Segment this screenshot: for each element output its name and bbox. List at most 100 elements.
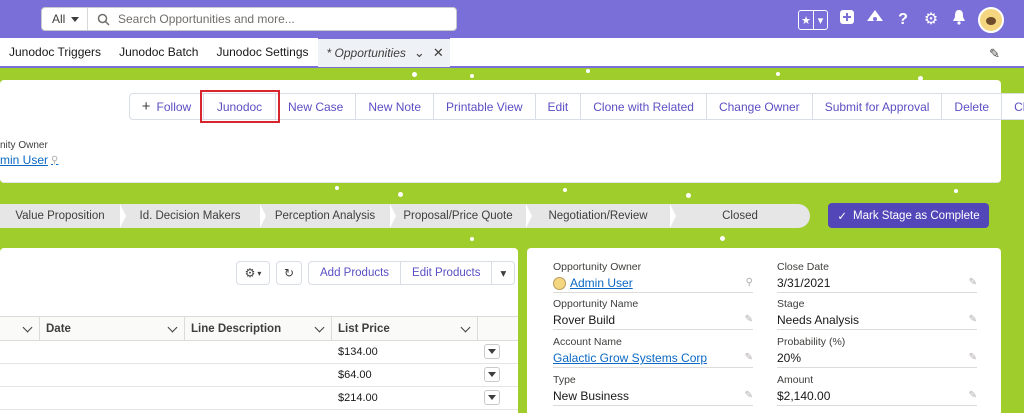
field-label: Stage (777, 298, 805, 310)
field-opportunity-owner: Opportunity Owner Admin User ⚲ (553, 261, 753, 293)
path-stage-perception-analysis[interactable]: Perception Analysis (260, 204, 396, 228)
submit-for-approval-button[interactable]: Submit for Approval (813, 94, 943, 119)
follow-button[interactable]: + Follow (130, 94, 204, 119)
delete-button[interactable]: Delete (942, 94, 1003, 119)
field-label: Opportunity Owner (553, 261, 642, 273)
path-stage-negotiation-review[interactable]: Negotiation/Review (526, 204, 676, 228)
edit-pencil-icon[interactable]: ✎ (989, 46, 1000, 62)
record-actions: + Follow Junodoc New Case New Note Print… (129, 90, 1024, 123)
table-row: $214.00 (0, 387, 518, 410)
add-icon[interactable] (838, 9, 856, 31)
decor-dot (470, 74, 474, 78)
decor-dot (720, 236, 725, 241)
path-stage-value-proposition[interactable]: Value Proposition (0, 204, 126, 228)
global-header: All Search Opportunities and more... ★ ▾… (0, 0, 1024, 38)
tab-junodoc-batch[interactable]: Junodoc Batch (110, 37, 207, 67)
field-stage: Stage Needs Analysis ✎ (777, 298, 977, 330)
change-owner-icon[interactable]: ⚲ (51, 155, 58, 166)
path-stage-id-decision-makers[interactable]: Id. Decision Makers (120, 204, 266, 228)
tab-opportunities[interactable]: * Opportunities ⌄ ✕ (317, 37, 450, 67)
field-value: Admin User (570, 276, 633, 290)
row-actions-menu-icon[interactable] (484, 367, 500, 382)
list-settings-gear-icon[interactable]: ⚙ ▾ (236, 261, 270, 285)
products-toolbar: ⚙ ▾ ↻ Add Products Edit Products ▾ (236, 261, 516, 285)
search-scope-dropdown[interactable]: All (42, 8, 88, 30)
clone-with-related-button[interactable]: Clone with Related (581, 94, 707, 119)
edit-products-button[interactable]: Edit Products (401, 262, 493, 284)
decor-dot (563, 188, 567, 192)
search-input[interactable]: Search Opportunities and more... (118, 12, 295, 26)
row-actions-menu-icon[interactable] (484, 344, 500, 359)
decor-dot (470, 237, 474, 241)
chevron-down-icon[interactable]: ⌄ (414, 45, 425, 61)
decor-dot (954, 189, 958, 193)
favorites-group: ★ ▾ (798, 10, 828, 30)
new-note-button[interactable]: New Note (356, 94, 435, 119)
table-row: $134.00 (0, 341, 518, 364)
edit-pencil-icon[interactable]: ✎ (745, 314, 753, 325)
user-avatar[interactable] (978, 7, 1004, 33)
change-owner-icon[interactable]: ⚲ (746, 277, 753, 288)
tab-junodoc-triggers[interactable]: Junodoc Triggers (0, 37, 110, 67)
search-icon (88, 13, 118, 26)
favorites-menu-icon[interactable]: ▾ (813, 11, 827, 29)
junodoc-button[interactable]: Junodoc (200, 90, 280, 123)
column-header-previous[interactable] (0, 317, 40, 341)
decor-dot (398, 192, 403, 197)
field-value-link[interactable]: Admin User (553, 276, 753, 290)
edit-pencil-icon[interactable]: ✎ (969, 390, 977, 401)
mark-stage-complete-label: Mark Stage as Complete (853, 209, 980, 222)
field-value-link[interactable]: Galactic Grow Systems Corp (553, 351, 753, 365)
products-more-actions-icon[interactable]: ▾ (492, 262, 514, 284)
decor-dot (412, 72, 417, 77)
setup-gear-icon[interactable]: ⚙ (922, 10, 940, 30)
new-case-button[interactable]: New Case (276, 94, 357, 119)
field-label: Type (553, 374, 576, 386)
column-header-date[interactable]: Date (40, 317, 185, 341)
edit-pencil-icon[interactable]: ✎ (745, 352, 753, 363)
edit-pencil-icon[interactable]: ✎ (969, 277, 977, 288)
tab-junodoc-settings[interactable]: Junodoc Settings (207, 37, 317, 67)
header-owner-value: min User (0, 153, 49, 167)
help-icon[interactable]: ? (894, 10, 912, 30)
printable-view-button[interactable]: Printable View (434, 94, 536, 119)
field-close-date: Close Date 3/31/2021 ✎ (777, 261, 977, 293)
column-header-list-price[interactable]: List Price (332, 317, 478, 341)
table-row: $64.00 (0, 364, 518, 387)
decor-dot (335, 186, 339, 190)
add-products-button[interactable]: Add Products (309, 262, 402, 284)
tab-label: * Opportunities (326, 46, 406, 60)
row-actions-menu-icon[interactable] (484, 390, 500, 405)
refresh-icon[interactable]: ↻ (276, 261, 302, 285)
field-value: Needs Analysis (777, 313, 860, 327)
field-value: New Business (553, 389, 630, 403)
favorites-star-icon[interactable]: ★ (799, 11, 813, 29)
column-header-line-description[interactable]: Line Description (185, 317, 332, 341)
notifications-bell-icon[interactable] (950, 9, 968, 31)
search-scope-label: All (52, 12, 66, 26)
path-stage-closed[interactable]: Closed (670, 204, 810, 228)
products-button-group: Add Products Edit Products ▾ (308, 261, 516, 285)
clone-button[interactable]: Clone (1002, 94, 1024, 119)
edit-pencil-icon[interactable]: ✎ (745, 390, 753, 401)
plus-icon: + (141, 98, 151, 115)
edit-pencil-icon[interactable]: ✎ (969, 352, 977, 363)
close-icon[interactable]: ✕ (433, 45, 444, 61)
trailhead-icon[interactable] (866, 9, 884, 31)
follow-button-label: Follow (156, 99, 192, 114)
tab-label: Junodoc Batch (119, 45, 199, 59)
path-stage-proposal-price-quote[interactable]: Proposal/Price Quote (390, 204, 532, 228)
list-price-cell: $134.00 (338, 346, 378, 358)
edit-pencil-icon[interactable]: ✎ (969, 314, 977, 325)
list-price-cell: $64.00 (338, 369, 372, 381)
mark-stage-complete-button[interactable]: ✓ Mark Stage as Complete (828, 203, 989, 228)
edit-button[interactable]: Edit (536, 94, 582, 119)
list-price-cell: $214.00 (338, 392, 378, 404)
header-owner-link[interactable]: min User ⚲ (0, 153, 58, 167)
chevron-down-icon (71, 16, 80, 22)
change-owner-button[interactable]: Change Owner (707, 94, 813, 119)
field-label: Account Name (553, 336, 622, 348)
chevron-down-icon (460, 322, 471, 333)
field-value: Rover Build (553, 313, 616, 327)
column-header-label: Date (46, 323, 71, 335)
